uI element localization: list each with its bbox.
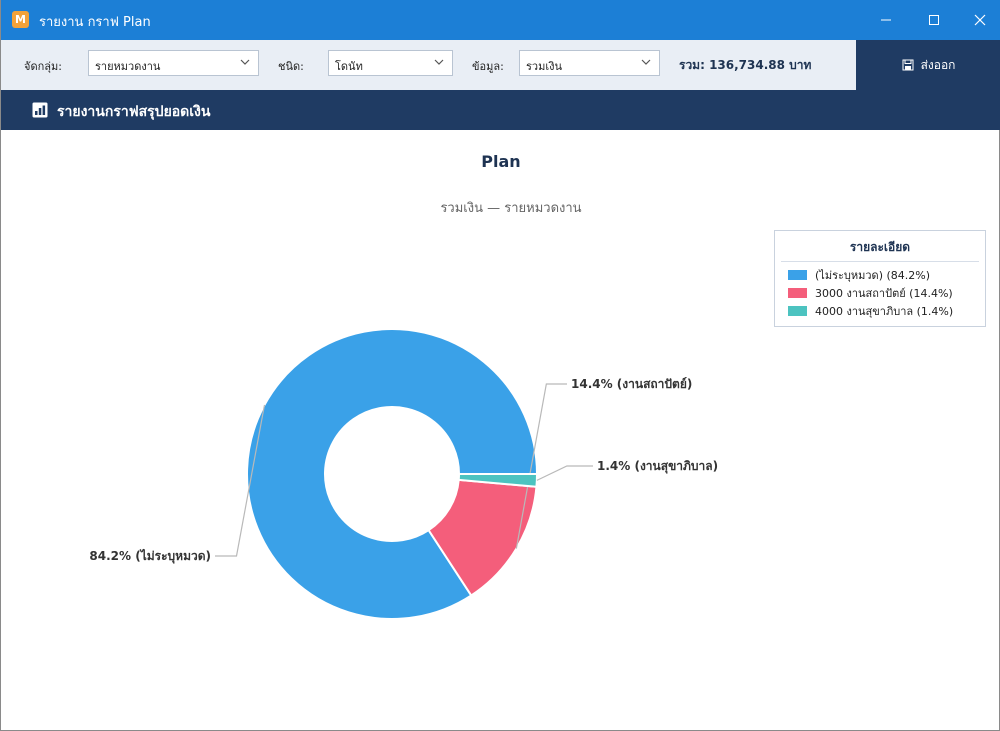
donut-chart: 84.2% (ไม่ระบุหมวด) 14.4% (งานสถาปัตย์) 1.…: [89, 328, 718, 620]
legend-divider: [781, 261, 979, 262]
report-window: M รายงาน กราฟ Plan จัดกลุ่ม: รายหมวดงาน …: [0, 0, 1000, 731]
legend-swatch-2: [788, 306, 807, 316]
data-label-1: 14.4% (งานสถาปัตย์): [571, 377, 692, 391]
legend-label: (ไม่ระบุหมวด) (84.2%): [815, 269, 931, 282]
legend-swatch-1: [788, 288, 807, 298]
legend-label: 3000 งานสถาปัตย์ (14.4%): [815, 287, 953, 300]
chart-legend: รายละเอียด (ไม่ระบุหมวด) (84.2%) 3000 งา…: [774, 230, 986, 327]
leader-line-2: [536, 465, 593, 481]
legend-item[interactable]: (ไม่ระบุหมวด) (84.2%): [775, 266, 985, 284]
data-label-0: 84.2% (ไม่ระบุหมวด): [89, 548, 211, 564]
data-label-2: 1.4% (งานสุขาภิบาล): [597, 459, 718, 474]
legend-title: รายละเอียด: [849, 240, 911, 254]
legend-item[interactable]: 3000 งานสถาปัตย์ (14.4%): [775, 284, 985, 302]
legend-label: 4000 งานสุขาภิบาล (1.4%): [815, 305, 954, 318]
legend-swatch-0: [788, 270, 807, 280]
legend-item[interactable]: 4000 งานสุขาภิบาล (1.4%): [775, 302, 985, 320]
